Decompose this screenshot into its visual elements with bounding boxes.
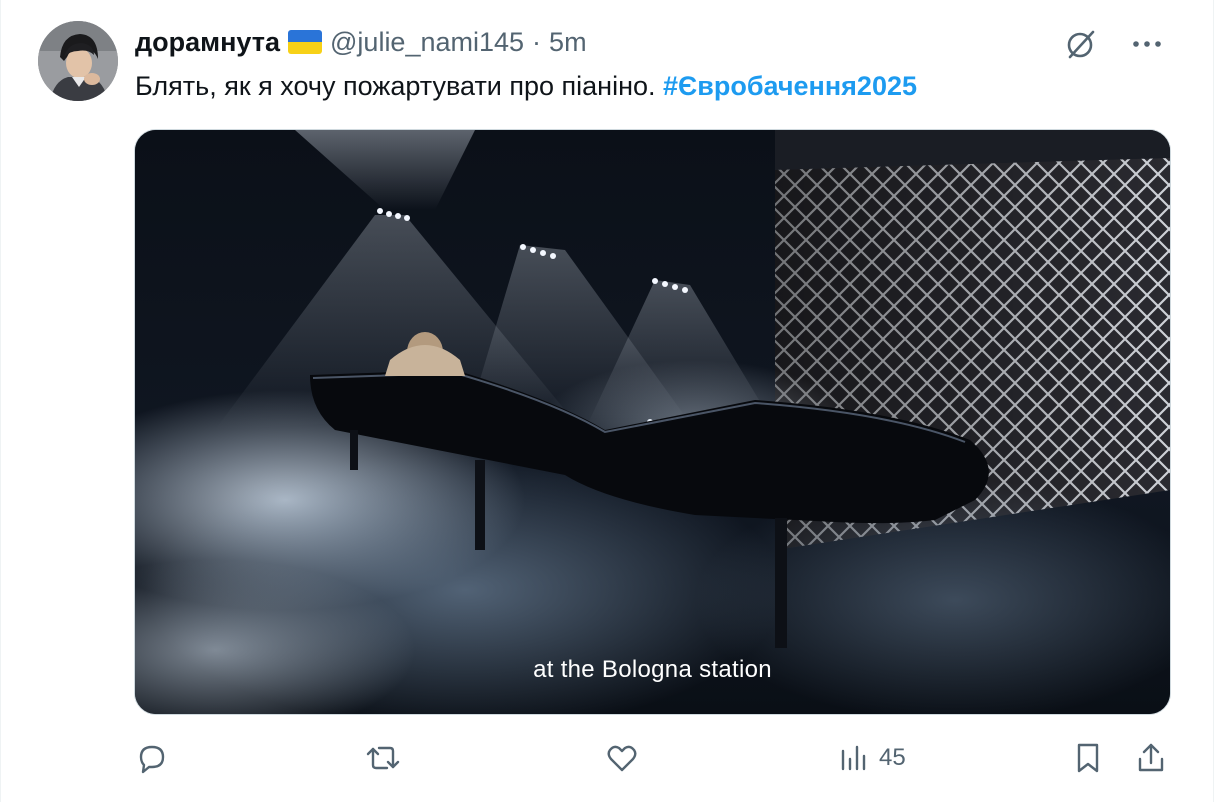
tweet: дорамнута @julie_nami145 · 5m Блять, як … bbox=[0, 0, 1214, 802]
tweet-top-actions bbox=[1061, 24, 1167, 64]
retweet-button[interactable] bbox=[365, 741, 401, 775]
tweet-text: Блять, як я хочу пожартувати про піаніно… bbox=[135, 68, 917, 104]
author-handle[interactable]: @julie_nami145 bbox=[330, 27, 524, 58]
bookmark-icon bbox=[1077, 743, 1099, 773]
share-button[interactable] bbox=[1135, 741, 1167, 775]
retweet-icon bbox=[366, 746, 400, 770]
tweet-header: дорамнута @julie_nami145 · 5m bbox=[135, 24, 587, 60]
author-name[interactable]: дорамнута bbox=[135, 27, 280, 58]
reply-button[interactable] bbox=[135, 741, 169, 775]
media-image bbox=[135, 130, 1170, 714]
like-button[interactable] bbox=[605, 741, 639, 775]
tweet-body: Блять, як я хочу пожартувати про піаніно… bbox=[135, 71, 656, 101]
like-icon bbox=[607, 745, 637, 772]
tweet-media[interactable]: at the Bologna station bbox=[134, 129, 1171, 715]
views-icon bbox=[841, 745, 866, 771]
avatar[interactable] bbox=[38, 21, 118, 101]
more-icon bbox=[1133, 41, 1161, 47]
tweet-actions: 45 bbox=[135, 737, 1169, 779]
reply-icon bbox=[139, 745, 165, 774]
ukraine-flag-icon bbox=[288, 30, 323, 54]
tweet-timestamp[interactable]: 5m bbox=[549, 27, 587, 58]
grok-button[interactable] bbox=[1061, 24, 1101, 64]
grok-icon bbox=[1067, 30, 1095, 59]
more-button[interactable] bbox=[1127, 24, 1167, 64]
bookmark-button[interactable] bbox=[1073, 741, 1103, 775]
views-button[interactable]: 45 bbox=[839, 743, 906, 773]
media-caption: at the Bologna station bbox=[533, 656, 772, 683]
separator-dot: · bbox=[532, 26, 542, 57]
share-icon bbox=[1138, 743, 1164, 772]
views-count: 45 bbox=[879, 744, 906, 771]
avatar-image bbox=[38, 21, 118, 101]
hashtag-link[interactable]: #Євробачення2025 bbox=[663, 71, 917, 101]
